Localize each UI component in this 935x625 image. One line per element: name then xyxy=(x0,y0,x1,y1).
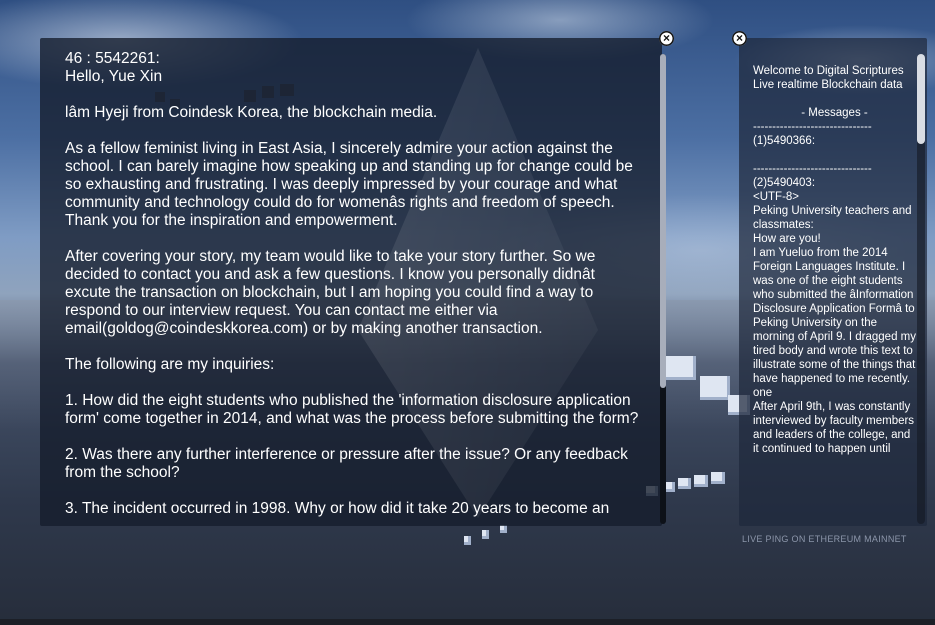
message-scrollbar[interactable] xyxy=(660,54,666,524)
block-cube xyxy=(678,478,691,489)
message-id: (1)5490366: xyxy=(753,135,816,147)
close-icon: × xyxy=(735,31,743,45)
block-cube xyxy=(500,525,507,533)
message-scrollbar-thumb[interactable] xyxy=(660,54,666,388)
block-cube xyxy=(482,530,489,539)
close-feed-panel-button[interactable]: × xyxy=(732,31,747,46)
welcome-text: Welcome to Digital Scriptures Live realt… xyxy=(753,65,904,91)
message-id: (2)5490403: xyxy=(753,177,816,189)
message-body: <UTF-8> Peking University teachers and c… xyxy=(753,191,916,455)
feed-scrollbar-thumb[interactable] xyxy=(917,54,925,144)
block-cube xyxy=(694,475,708,487)
feed-text-area[interactable]: Welcome to Digital Scriptures Live realt… xyxy=(753,64,916,522)
scripture-feed-panel[interactable]: Welcome to Digital Scriptures Live realt… xyxy=(739,38,927,526)
close-message-panel-button[interactable]: × xyxy=(659,31,674,46)
message-paragraph: After covering your story, my team would… xyxy=(65,248,600,337)
message-paragraph: 1. How did the eight students who publis… xyxy=(65,392,639,427)
messages-header: - Messages - xyxy=(801,107,868,119)
close-icon: × xyxy=(662,31,670,45)
block-cube xyxy=(666,356,696,380)
message-paragraph: As a fellow feminist living in East Asia… xyxy=(65,140,638,229)
feed-scrollbar[interactable] xyxy=(917,54,925,524)
message-text-area[interactable]: 46 : 5542261: Hello, Yue Xin lâm Hyeji fr… xyxy=(65,50,640,524)
block-cube xyxy=(464,536,471,545)
message-paragraph: 3. The incident occurred in 1998. Why or… xyxy=(65,500,610,517)
network-status-label: LIVE PING ON ETHEREUM MAINNET xyxy=(742,534,907,544)
divider: ------------------------------- xyxy=(753,121,872,133)
message-paragraph: The following are my inquiries: xyxy=(65,356,275,373)
message-paragraph: 2. Was there any further interference or… xyxy=(65,446,633,481)
block-cube xyxy=(700,376,730,400)
message-paragraph: 46 : 5542261: Hello, Yue Xin xyxy=(65,50,163,85)
bottom-strip xyxy=(0,619,935,625)
divider: ------------------------------- xyxy=(753,163,872,175)
block-cube xyxy=(711,472,725,484)
message-panel[interactable]: 46 : 5542261: Hello, Yue Xin lâm Hyeji fr… xyxy=(40,38,666,526)
message-paragraph: lâm Hyeji from Coindesk Korea, the block… xyxy=(65,104,438,121)
